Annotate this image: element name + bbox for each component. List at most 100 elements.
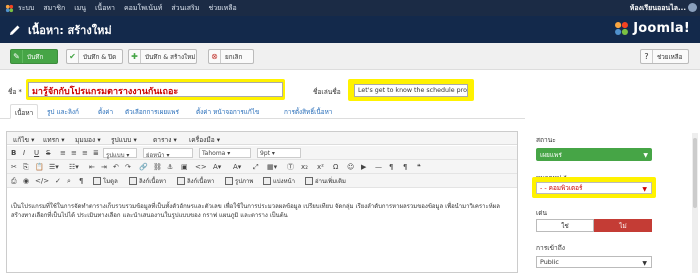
- nav-item-system[interactable]: ระบบ: [18, 3, 34, 14]
- media-icon[interactable]: ▶: [361, 162, 366, 172]
- unlink-icon[interactable]: ⛓: [153, 162, 162, 172]
- underline-icon[interactable]: U: [34, 148, 39, 158]
- alias-input[interactable]: Let's get to know the schedule prog: [354, 84, 468, 97]
- chevron-down-icon: ▼: [643, 152, 648, 159]
- hr-icon[interactable]: —: [375, 162, 382, 172]
- strikethrough-icon[interactable]: S: [46, 148, 50, 158]
- site-link[interactable]: ห้องเรียนออนไล...: [630, 3, 686, 14]
- menu-table[interactable]: ตาราง ▾: [153, 134, 177, 145]
- omega-icon[interactable]: Ω: [333, 162, 338, 172]
- title-input[interactable]: มารู้จักกับโปรแกรมตารางงานกันเถอะ: [28, 82, 283, 97]
- bullet-list-icon[interactable]: ☰▾: [49, 162, 59, 172]
- plus-icon: ✚: [129, 50, 141, 63]
- table-icon[interactable]: ▦▾: [267, 162, 277, 172]
- save-button-label: บันทึก: [27, 53, 44, 61]
- cancel-button[interactable]: ⊗ ยกเลิก: [208, 49, 254, 64]
- save-close-label: บันทึก & ปิด: [83, 53, 117, 61]
- align-right-icon[interactable]: ≡: [82, 148, 88, 158]
- bg-color-icon[interactable]: A▾: [233, 162, 241, 172]
- align-left-icon[interactable]: ≡: [60, 148, 66, 158]
- code-icon[interactable]: <>: [195, 162, 207, 172]
- menu-insert[interactable]: แทรก ▾: [43, 134, 65, 145]
- font-select[interactable]: Tahoma ▾: [199, 148, 251, 158]
- insert-article-link-button[interactable]: ลิงก์เนื้อหา: [129, 176, 166, 186]
- menu-edit[interactable]: แก้ไข ▾: [13, 134, 34, 145]
- rtl-icon[interactable]: ¶: [403, 162, 407, 172]
- bold-icon[interactable]: B: [11, 148, 16, 158]
- tab-content[interactable]: เนื้อหา: [10, 104, 39, 119]
- featured-no-toggle[interactable]: ไม่: [594, 219, 652, 232]
- save-new-button[interactable]: ✚ บันทึก & สร้างใหม่: [128, 49, 197, 64]
- paragraph-icon[interactable]: ¶: [79, 176, 83, 186]
- alias-label: ชื่อเล่นชื่อ: [313, 88, 341, 96]
- print-icon[interactable]: ⎙: [11, 176, 17, 186]
- save-button[interactable]: ✎ บันทึก: [10, 49, 58, 64]
- status-select[interactable]: เผยแพร่ ▼: [536, 148, 652, 161]
- joomla-menu-icon[interactable]: [4, 3, 14, 13]
- rich-text-editor[interactable]: แก้ไข ▾ แทรก ▾ มุมมอง ▾ รูปแบบ ▾ ตาราง ▾…: [6, 131, 518, 273]
- clear-format-icon[interactable]: Ⓣ: [287, 162, 294, 172]
- tab-images-links[interactable]: รูป และลิงก์: [47, 107, 79, 117]
- featured-yes-toggle[interactable]: ใช่: [536, 219, 594, 232]
- nav-item-content[interactable]: เนื้อหา: [95, 3, 115, 14]
- category-select[interactable]: - - คอมพิวเตอร์ ▼: [536, 182, 652, 194]
- numbered-list-icon[interactable]: ☷▾: [69, 162, 79, 172]
- preview-icon[interactable]: ◉: [23, 176, 29, 186]
- link-icon[interactable]: 🔗: [139, 162, 148, 172]
- undo-icon[interactable]: ↶: [113, 162, 119, 172]
- align-justify-icon[interactable]: ≣: [93, 148, 99, 158]
- redo-icon[interactable]: ↷: [125, 162, 131, 172]
- nav-item-users[interactable]: สมาชิก: [43, 3, 65, 14]
- anchor-icon[interactable]: ⚓: [167, 162, 173, 172]
- tab-editor-config[interactable]: ตั้งค่า หน้าจอการแก้ไข: [196, 107, 259, 117]
- insert-module-button[interactable]: โมดูล: [93, 176, 118, 186]
- search-icon[interactable]: ⌕: [67, 176, 71, 186]
- menu-view[interactable]: มุมมอง ▾: [75, 134, 101, 145]
- nav-item-components[interactable]: คอมโพเน้นท์: [124, 3, 162, 14]
- page-break-icon: [263, 177, 271, 185]
- ltr-icon[interactable]: ¶: [389, 162, 393, 172]
- cancel-icon: ⊗: [209, 50, 221, 63]
- format-select[interactable]: รูปแบบ ▾: [103, 148, 137, 159]
- menu-format[interactable]: รูปแบบ ▾: [111, 134, 137, 145]
- tab-permissions[interactable]: การตั้งสิทธิ์เนื้อหา: [284, 107, 332, 117]
- tab-options[interactable]: ตั้งค่า: [98, 107, 113, 117]
- scissors-icon[interactable]: ✂: [11, 162, 17, 172]
- scrollbar-thumb[interactable]: [693, 138, 697, 208]
- question-icon: ?: [641, 50, 653, 63]
- spellcheck-icon[interactable]: ✓: [55, 176, 61, 186]
- outdent-icon[interactable]: ⇤: [89, 162, 95, 172]
- access-select[interactable]: Public ▼: [536, 256, 652, 268]
- text-color-icon[interactable]: A▾: [213, 162, 221, 172]
- editor-body-text[interactable]: เป็นโปรแกรมที่ใช้ในการจัดทำตารางเก็บรวบร…: [11, 202, 511, 220]
- font-size-select[interactable]: 9pt ▾: [257, 148, 301, 158]
- page-title: เนื้อหา: สร้างใหม่: [28, 23, 112, 37]
- image-icon[interactable]: ▣: [181, 162, 188, 172]
- nav-item-menus[interactable]: เมนู: [74, 3, 86, 14]
- source-icon[interactable]: </>: [35, 176, 49, 186]
- page-break-button[interactable]: แบ่งหน้า: [263, 176, 295, 186]
- nav-item-help[interactable]: ช่วยเหลือ: [208, 3, 236, 14]
- superscript-icon[interactable]: x²: [317, 162, 324, 172]
- subscript-icon[interactable]: x₂: [301, 162, 308, 172]
- chevron-down-icon: ▼: [642, 186, 647, 193]
- insert-image-button[interactable]: รูปภาพ: [225, 176, 253, 186]
- help-button[interactable]: ? ช่วยเหลือ: [640, 49, 689, 64]
- menu-tools[interactable]: เครื่องมือ ▾: [189, 134, 220, 145]
- tab-publishing[interactable]: ตัวเลือกการเผยแพร่: [125, 107, 179, 117]
- user-icon[interactable]: [688, 3, 697, 12]
- nav-item-extensions[interactable]: ส่วนเสริม: [171, 3, 199, 14]
- paragraph-select[interactable]: ย่อหน้า ▾: [143, 148, 193, 159]
- fullscreen-icon[interactable]: ⤢: [253, 162, 259, 172]
- emoticon-icon[interactable]: ☺: [347, 162, 354, 172]
- insert-menu-link-button[interactable]: ลิงก์เนื้อหา: [177, 176, 214, 186]
- paste-icon[interactable]: 📋: [35, 162, 44, 172]
- italic-icon[interactable]: I: [23, 148, 25, 158]
- save-close-button[interactable]: ✔ บันทึก & ปิด: [66, 49, 123, 64]
- align-center-icon[interactable]: ≡: [71, 148, 77, 158]
- read-more-button[interactable]: อ่านเพิ่มเติม: [305, 176, 346, 186]
- featured-label: เด่น: [536, 209, 548, 217]
- blockquote-icon[interactable]: ❝: [417, 162, 421, 172]
- copy-icon[interactable]: ⎘: [23, 162, 29, 172]
- indent-icon[interactable]: ⇥: [101, 162, 107, 172]
